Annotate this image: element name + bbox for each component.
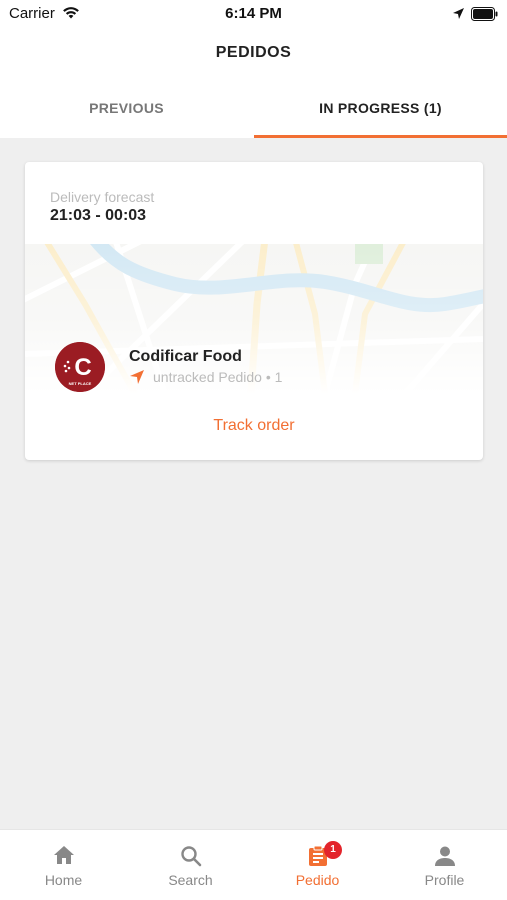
clock: 6:14 PM <box>225 5 282 22</box>
bottom-nav: Home Search 1 Pedido Profile <box>0 829 507 900</box>
status-bar: Carrier 6:14 PM <box>0 0 507 30</box>
logo-subtext: NET PLACE <box>69 381 92 386</box>
tab-in-progress[interactable]: IN PROGRESS (1) <box>254 80 507 138</box>
nav-search[interactable]: Search <box>127 830 254 900</box>
app-header: PEDIDOS <box>0 30 507 80</box>
order-card[interactable]: Delivery forecast 21:03 - 00:03 C NET PL… <box>25 162 483 460</box>
navigation-arrow-icon <box>129 369 145 388</box>
nav-home-label: Home <box>44 872 83 888</box>
tracking-status: untracked Pedido • 1 <box>129 369 282 388</box>
nav-search-label: Search <box>168 872 213 888</box>
nav-pedido[interactable]: 1 Pedido <box>254 830 381 900</box>
nav-home[interactable]: Home <box>0 830 127 900</box>
track-order-button[interactable]: Track order <box>25 417 483 435</box>
nav-profile-label: Profile <box>424 872 465 888</box>
tab-previous[interactable]: PREVIOUS <box>0 80 253 138</box>
home-icon <box>53 845 75 870</box>
tracking-status-text: untracked Pedido • 1 <box>153 369 283 386</box>
person-icon <box>434 845 456 872</box>
page-title: PEDIDOS <box>215 44 292 61</box>
store-name: Codificar Food <box>129 348 242 365</box>
nav-pedido-label: Pedido <box>295 872 340 888</box>
store-logo: C NET PLACE <box>55 342 105 392</box>
search-icon <box>180 845 202 872</box>
logo-letter: C <box>74 354 91 381</box>
location-arrow-icon <box>452 7 465 25</box>
delivery-forecast-label: Delivery forecast <box>50 189 155 205</box>
battery-icon <box>471 7 499 26</box>
pedido-badge: 1 <box>324 841 342 859</box>
tab-bar: PREVIOUS IN PROGRESS (1) <box>0 80 507 138</box>
nav-profile[interactable]: Profile <box>381 830 507 900</box>
delivery-forecast-value: 21:03 - 00:03 <box>50 207 147 224</box>
